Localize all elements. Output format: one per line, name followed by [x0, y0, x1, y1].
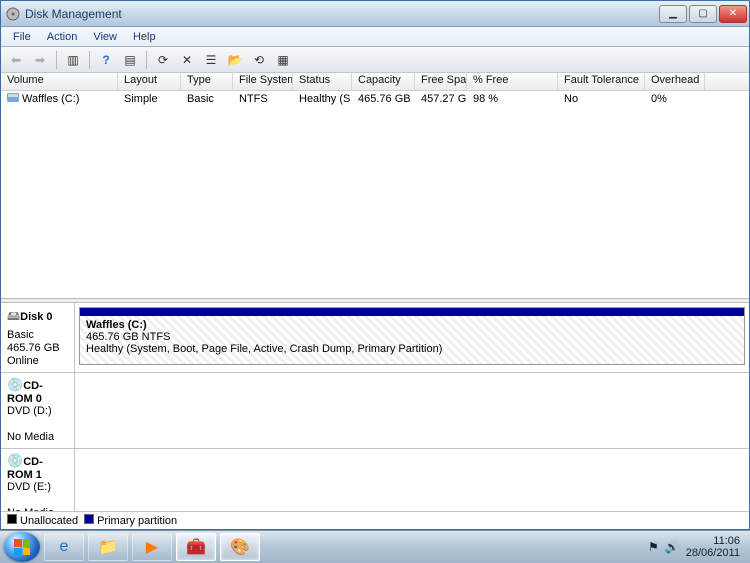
legend-primary: Primary partition	[84, 514, 177, 527]
refresh-icon[interactable]: ⟳	[152, 49, 174, 71]
taskbar-ie[interactable]: e	[44, 533, 84, 561]
window-title: Disk Management	[25, 7, 657, 21]
disk-header: 💿CD-ROM 0 DVD (D:) No Media	[1, 373, 75, 448]
cell-overhead: 0%	[645, 93, 705, 105]
volume-list: Volume Layout Type File System Status Ca…	[1, 73, 749, 298]
maximize-button[interactable]: ▢	[689, 5, 717, 23]
disk-row[interactable]: 💿CD-ROM 0 DVD (D:) No Media	[1, 373, 749, 449]
tray-flag-icon[interactable]: ⚑	[648, 540, 659, 554]
col-pctfree[interactable]: % Free	[467, 73, 558, 90]
volume-list-header: Volume Layout Type File System Status Ca…	[1, 73, 749, 91]
app-icon	[5, 6, 21, 22]
clock[interactable]: 11:06 28/06/2011	[686, 535, 740, 559]
close-button[interactable]: ✕	[719, 5, 747, 23]
hard-disk-icon: 🖴	[7, 308, 20, 323]
partition[interactable]: Waffles (C:) 465.76 GB NTFS Healthy (Sys…	[79, 307, 745, 365]
help-icon[interactable]: ?	[95, 49, 117, 71]
cell-capacity: 465.76 GB	[352, 93, 415, 105]
cell-pct: 98 %	[467, 93, 558, 105]
clock-date: 28/06/2011	[686, 547, 740, 559]
disk-header: 🖴Disk 0 Basic 465.76 GB Online	[1, 303, 75, 372]
legend-unallocated: Unallocated	[7, 514, 78, 527]
cell-fs: NTFS	[233, 93, 293, 105]
properties2-icon[interactable]: ☰	[200, 49, 222, 71]
col-type[interactable]: Type	[181, 73, 233, 90]
windows-logo-icon	[14, 539, 30, 555]
partition-name: Waffles (C:)	[86, 319, 738, 331]
partition-status: Healthy (System, Boot, Page File, Active…	[86, 343, 738, 355]
start-button[interactable]	[4, 532, 40, 562]
col-volume[interactable]: Volume	[1, 73, 118, 90]
taskbar-explorer[interactable]: 📁	[88, 533, 128, 561]
menu-file[interactable]: File	[5, 29, 39, 45]
menu-bar: File Action View Help	[1, 27, 749, 47]
col-free[interactable]: Free Spa...	[415, 73, 467, 90]
clock-time: 11:06	[686, 535, 740, 547]
col-capacity[interactable]: Capacity	[352, 73, 415, 90]
taskbar-app1[interactable]: 🧰	[176, 533, 216, 561]
cd-icon: 💿	[7, 453, 23, 468]
swatch-unallocated-icon	[7, 514, 17, 524]
cell-fault: No	[558, 93, 645, 105]
list-icon[interactable]: ▦	[272, 49, 294, 71]
col-fault[interactable]: Fault Tolerance	[558, 73, 645, 90]
back-button[interactable]: ⬅	[5, 49, 27, 71]
rescan-icon[interactable]: ⟲	[248, 49, 270, 71]
col-status[interactable]: Status	[293, 73, 352, 90]
forward-button[interactable]: ➡	[29, 49, 51, 71]
col-layout[interactable]: Layout	[118, 73, 181, 90]
legend: Unallocated Primary partition	[1, 511, 749, 529]
disk-row[interactable]: 🖴Disk 0 Basic 465.76 GB Online Waffles (…	[1, 303, 749, 373]
cell-volume: Waffles (C:)	[1, 93, 118, 105]
col-filesystem[interactable]: File System	[233, 73, 293, 90]
taskbar: e 📁 ▶ 🧰 🎨 ⚑ 🔊 11:06 28/06/2011	[0, 530, 750, 563]
col-overhead[interactable]: Overhead	[645, 73, 705, 90]
minimize-button[interactable]: ▁	[659, 5, 687, 23]
tray-volume-icon[interactable]: 🔊	[665, 540, 680, 554]
taskbar-media[interactable]: ▶	[132, 533, 172, 561]
cell-type: Basic	[181, 93, 233, 105]
system-tray: ⚑ 🔊 11:06 28/06/2011	[648, 535, 746, 559]
cd-icon: 💿	[7, 377, 23, 392]
taskbar-paint[interactable]: 🎨	[220, 533, 260, 561]
title-bar[interactable]: Disk Management ▁ ▢ ✕	[1, 1, 749, 27]
open-icon[interactable]: 📂	[224, 49, 246, 71]
disk-row[interactable]: 💿CD-ROM 1 DVD (E:) No Media	[1, 449, 749, 511]
menu-help[interactable]: Help	[125, 29, 164, 45]
cell-status: Healthy (S...	[293, 93, 352, 105]
toolbar: ⬅ ➡ ▥ ? ▤ ⟳ ✕ ☰ 📂 ⟲ ▦	[1, 47, 749, 73]
delete-icon[interactable]: ✕	[176, 49, 198, 71]
swatch-primary-icon	[84, 514, 94, 524]
menu-action[interactable]: Action	[39, 29, 86, 45]
disk-header: 💿CD-ROM 1 DVD (E:) No Media	[1, 449, 75, 511]
cell-free: 457.27 GB	[415, 93, 467, 105]
properties-icon[interactable]: ▤	[119, 49, 141, 71]
volume-row[interactable]: Waffles (C:) Simple Basic NTFS Healthy (…	[1, 91, 749, 107]
drive-icon	[7, 93, 19, 102]
cell-layout: Simple	[118, 93, 181, 105]
graphical-view: 🖴Disk 0 Basic 465.76 GB Online Waffles (…	[1, 303, 749, 511]
menu-view[interactable]: View	[85, 29, 125, 45]
partition-info: 465.76 GB NTFS	[86, 331, 738, 343]
disk-management-window: Disk Management ▁ ▢ ✕ File Action View H…	[0, 0, 750, 530]
show-hide-tree-button[interactable]: ▥	[62, 49, 84, 71]
partition-color-bar	[80, 308, 744, 316]
